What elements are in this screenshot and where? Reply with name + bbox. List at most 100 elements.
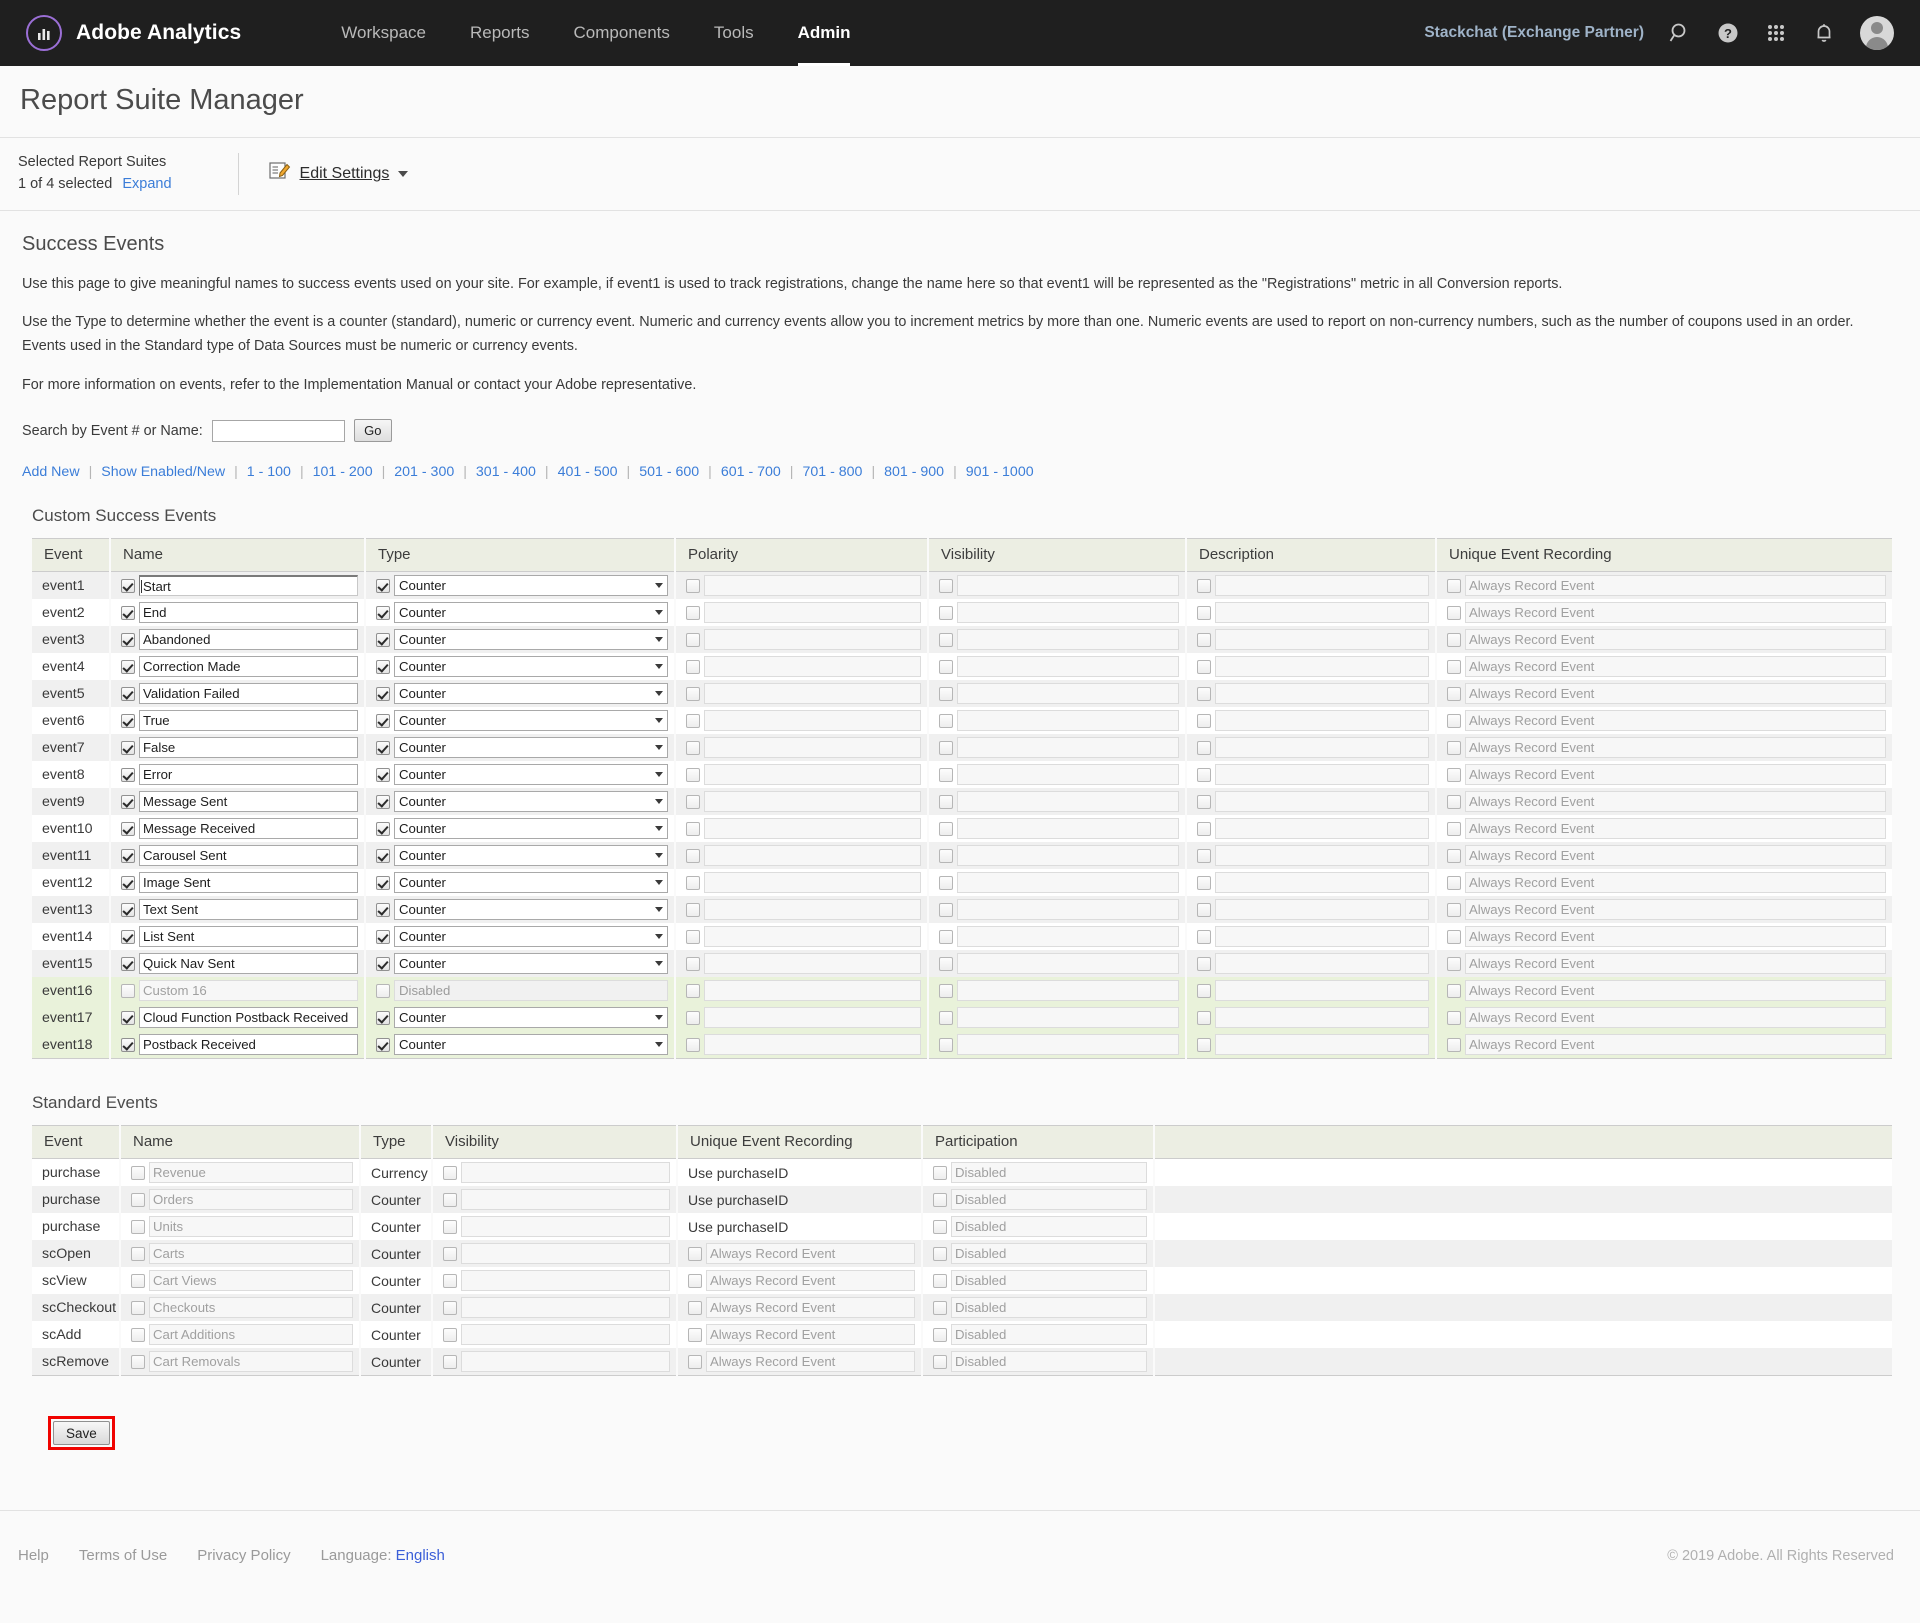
row-checkbox[interactable] bbox=[939, 740, 953, 755]
row-checkbox[interactable] bbox=[131, 1246, 145, 1261]
row-checkbox[interactable] bbox=[376, 848, 390, 863]
expand-link[interactable]: Expand bbox=[122, 174, 171, 196]
row-checkbox[interactable] bbox=[121, 983, 135, 998]
row-checkbox[interactable] bbox=[939, 794, 953, 809]
row-checkbox[interactable] bbox=[939, 821, 953, 836]
row-checkbox[interactable] bbox=[686, 794, 700, 809]
polarity-input[interactable] bbox=[704, 764, 921, 786]
description-input[interactable] bbox=[1215, 602, 1429, 624]
unique-event-recording-input[interactable]: Always Record Event bbox=[1465, 575, 1886, 597]
visibility-input[interactable] bbox=[461, 1189, 670, 1211]
row-checkbox[interactable] bbox=[1197, 578, 1211, 593]
row-checkbox[interactable] bbox=[121, 578, 135, 593]
row-checkbox[interactable] bbox=[933, 1273, 947, 1288]
row-checkbox[interactable] bbox=[1447, 794, 1461, 809]
event-type-select[interactable]: Counter bbox=[394, 602, 668, 624]
event-name-input[interactable]: Orders bbox=[149, 1189, 353, 1211]
unique-event-recording-input[interactable]: Always Record Event bbox=[1465, 656, 1886, 678]
nav-item-reports[interactable]: Reports bbox=[448, 0, 552, 66]
row-checkbox[interactable] bbox=[939, 929, 953, 944]
event-name-input[interactable]: Cart Removals bbox=[149, 1351, 353, 1373]
row-checkbox[interactable] bbox=[131, 1327, 145, 1342]
event-name-input[interactable]: Error bbox=[139, 764, 358, 786]
description-input[interactable] bbox=[1215, 980, 1429, 1002]
description-input[interactable] bbox=[1215, 656, 1429, 678]
row-checkbox[interactable] bbox=[121, 767, 135, 782]
row-checkbox[interactable] bbox=[1197, 659, 1211, 674]
polarity-input[interactable] bbox=[704, 710, 921, 732]
description-input[interactable] bbox=[1215, 683, 1429, 705]
nav-item-workspace[interactable]: Workspace bbox=[319, 0, 448, 66]
row-checkbox[interactable] bbox=[376, 578, 390, 593]
unique-event-recording-input[interactable]: Always Record Event bbox=[1465, 1007, 1886, 1029]
row-checkbox[interactable] bbox=[443, 1327, 457, 1342]
row-checkbox[interactable] bbox=[443, 1354, 457, 1369]
row-checkbox[interactable] bbox=[121, 929, 135, 944]
link-range-901-1000[interactable]: 901 - 1000 bbox=[966, 464, 1034, 480]
event-type-select[interactable]: Counter bbox=[394, 926, 668, 948]
row-checkbox[interactable] bbox=[121, 659, 135, 674]
link-range-801-900[interactable]: 801 - 900 bbox=[884, 464, 944, 480]
unique-event-recording-input[interactable]: Always Record Event bbox=[706, 1297, 915, 1319]
event-type-select[interactable]: Counter bbox=[394, 899, 668, 921]
visibility-input[interactable] bbox=[957, 872, 1179, 894]
go-button[interactable]: Go bbox=[353, 419, 392, 443]
row-checkbox[interactable] bbox=[1447, 740, 1461, 755]
event-type-select[interactable]: Counter bbox=[394, 791, 668, 813]
row-checkbox[interactable] bbox=[939, 605, 953, 620]
event-type-select[interactable]: Counter bbox=[394, 737, 668, 759]
row-checkbox[interactable] bbox=[376, 902, 390, 917]
row-checkbox[interactable] bbox=[1447, 956, 1461, 971]
app-grid-icon[interactable] bbox=[1764, 21, 1788, 45]
event-name-input[interactable]: Quick Nav Sent bbox=[139, 953, 358, 975]
description-input[interactable] bbox=[1215, 953, 1429, 975]
description-input[interactable] bbox=[1215, 1007, 1429, 1029]
event-type-select[interactable]: Counter bbox=[394, 1034, 668, 1056]
row-checkbox[interactable] bbox=[121, 875, 135, 890]
unique-event-recording-input[interactable]: Always Record Event bbox=[1465, 710, 1886, 732]
description-input[interactable] bbox=[1215, 710, 1429, 732]
row-checkbox[interactable] bbox=[939, 767, 953, 782]
row-checkbox[interactable] bbox=[1197, 983, 1211, 998]
link-range-1-100[interactable]: 1 - 100 bbox=[247, 464, 291, 480]
visibility-input[interactable] bbox=[957, 953, 1179, 975]
row-checkbox[interactable] bbox=[686, 902, 700, 917]
link-range-201-300[interactable]: 201 - 300 bbox=[394, 464, 454, 480]
link-show-enabled-new[interactable]: Show Enabled/New bbox=[101, 464, 225, 480]
row-checkbox[interactable] bbox=[121, 821, 135, 836]
participation-input[interactable]: Disabled bbox=[951, 1216, 1147, 1238]
unique-event-recording-input[interactable]: Always Record Event bbox=[1465, 926, 1886, 948]
row-checkbox[interactable] bbox=[376, 956, 390, 971]
row-checkbox[interactable] bbox=[1197, 767, 1211, 782]
event-name-input[interactable]: Carts bbox=[149, 1243, 353, 1265]
link-range-601-700[interactable]: 601 - 700 bbox=[721, 464, 781, 480]
row-checkbox[interactable] bbox=[933, 1246, 947, 1261]
event-type-select[interactable]: Counter bbox=[394, 872, 668, 894]
row-checkbox[interactable] bbox=[1447, 578, 1461, 593]
polarity-input[interactable] bbox=[704, 737, 921, 759]
description-input[interactable] bbox=[1215, 845, 1429, 867]
visibility-input[interactable] bbox=[957, 899, 1179, 921]
event-name-input[interactable]: Checkouts bbox=[149, 1297, 353, 1319]
event-name-input[interactable]: Cloud Function Postback Received bbox=[139, 1007, 358, 1029]
event-name-input[interactable]: Custom 16 bbox=[139, 980, 358, 1002]
row-checkbox[interactable] bbox=[933, 1354, 947, 1369]
footer-link-privacy-policy[interactable]: Privacy Policy bbox=[197, 1547, 290, 1564]
help-icon[interactable]: ? bbox=[1716, 21, 1740, 45]
row-checkbox[interactable] bbox=[1447, 605, 1461, 620]
row-checkbox[interactable] bbox=[121, 794, 135, 809]
event-name-input[interactable]: Image Sent bbox=[139, 872, 358, 894]
visibility-input[interactable] bbox=[461, 1297, 670, 1319]
visibility-input[interactable] bbox=[461, 1351, 670, 1373]
visibility-input[interactable] bbox=[957, 602, 1179, 624]
row-checkbox[interactable] bbox=[1197, 1010, 1211, 1025]
polarity-input[interactable] bbox=[704, 656, 921, 678]
row-checkbox[interactable] bbox=[121, 686, 135, 701]
visibility-input[interactable] bbox=[461, 1243, 670, 1265]
row-checkbox[interactable] bbox=[1447, 659, 1461, 674]
description-input[interactable] bbox=[1215, 899, 1429, 921]
row-checkbox[interactable] bbox=[376, 983, 390, 998]
bell-icon[interactable] bbox=[1812, 21, 1836, 45]
row-checkbox[interactable] bbox=[1447, 902, 1461, 917]
event-name-input[interactable]: End bbox=[139, 602, 358, 624]
